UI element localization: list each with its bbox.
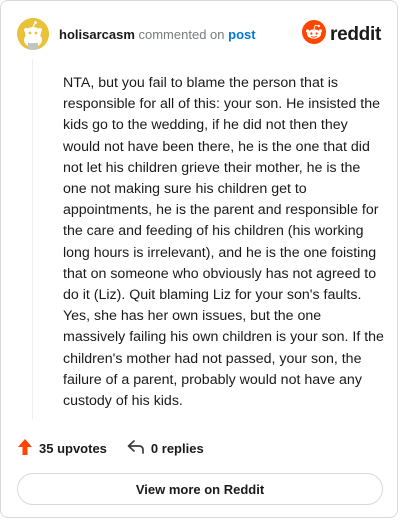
comment-meta: holisarcasm commented on post xyxy=(59,27,256,42)
reply-count: 0 replies xyxy=(150,441,204,456)
comment-actions: 35 upvotes 0 replies xyxy=(17,438,224,459)
upvote-button[interactable]: 35 upvotes xyxy=(17,438,107,459)
reddit-logo-icon xyxy=(302,20,327,49)
upvote-count: 35 upvotes xyxy=(39,441,107,456)
post-link[interactable]: post xyxy=(228,27,255,42)
commented-on-text: commented on xyxy=(138,26,225,42)
reply-button[interactable]: 0 replies xyxy=(127,439,204,458)
username-link[interactable]: holisarcasm xyxy=(59,27,135,42)
comment-header: holisarcasm commented on post reddit xyxy=(17,17,381,51)
snoo-avatar-icon[interactable] xyxy=(17,18,49,50)
comment-body: NTA, but you fail to blame the person th… xyxy=(63,75,384,410)
upvote-arrow-icon xyxy=(17,438,39,459)
view-more-on-reddit-button[interactable]: View more on Reddit xyxy=(17,473,383,505)
comment-embed-card: holisarcasm commented on post reddit NTA… xyxy=(0,0,398,518)
reply-arrow-icon xyxy=(127,439,151,458)
thread-line xyxy=(32,59,33,419)
reddit-brand[interactable]: reddit xyxy=(302,20,381,49)
reddit-wordmark: reddit xyxy=(330,23,381,45)
